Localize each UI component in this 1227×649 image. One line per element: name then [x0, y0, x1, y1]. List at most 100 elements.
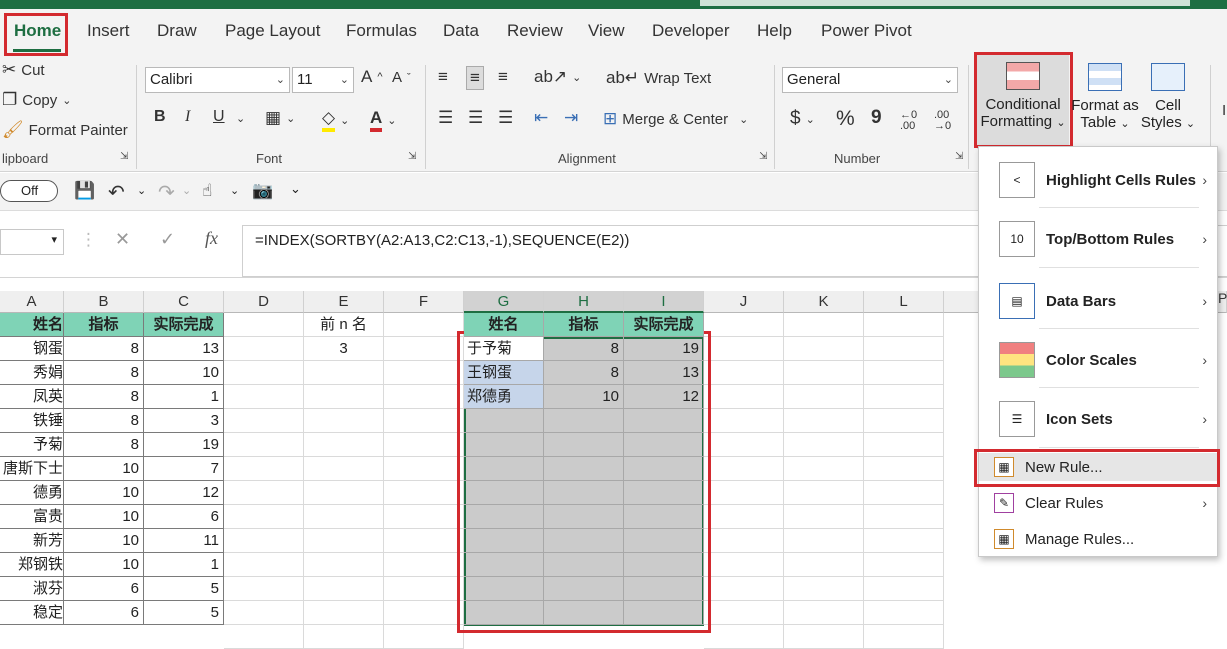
empty-cell[interactable]: [384, 553, 464, 577]
selected-empty-cell[interactable]: [544, 601, 624, 625]
empty-cell[interactable]: [224, 457, 304, 481]
search-box[interactable]: [700, 0, 1190, 6]
tab-data[interactable]: Data: [443, 21, 479, 41]
copy-button[interactable]: ❐ Copy ⌄: [2, 90, 72, 110]
target-cell[interactable]: 6: [64, 601, 144, 625]
result-name-cell[interactable]: 于予菊: [464, 337, 544, 361]
borders-button[interactable]: ▦ ⌄: [265, 108, 295, 128]
insert-function-button[interactable]: fx: [205, 228, 218, 249]
empty-cell[interactable]: [384, 529, 464, 553]
name-cell[interactable]: 铁锤: [0, 409, 64, 433]
name-box[interactable]: ▾: [0, 229, 64, 255]
target-cell[interactable]: 10: [64, 457, 144, 481]
empty-cell[interactable]: [384, 409, 464, 433]
empty-cell[interactable]: [784, 457, 864, 481]
empty-cell[interactable]: [864, 385, 944, 409]
align-right-button[interactable]: ☰: [498, 108, 513, 128]
number-launcher-icon[interactable]: ⇲: [955, 151, 963, 162]
menu-color-scales[interactable]: Color Scales ›: [979, 339, 1217, 381]
font-name-select[interactable]: Calibri ⌄: [145, 67, 290, 93]
format-as-table-button[interactable]: Format as Table ⌄: [1068, 59, 1142, 131]
merge-center-button[interactable]: ⊞ Merge & Center ⌄: [603, 109, 748, 129]
target-cell[interactable]: 8: [64, 361, 144, 385]
top-n-label-cell[interactable]: 前 n 名: [304, 313, 384, 337]
selected-empty-cell[interactable]: [464, 553, 544, 577]
target-cell[interactable]: 8: [64, 409, 144, 433]
name-cell[interactable]: 新芳: [0, 529, 64, 553]
empty-cell[interactable]: [304, 433, 384, 457]
empty-cell[interactable]: [864, 529, 944, 553]
alignment-launcher-icon[interactable]: ⇲: [759, 151, 767, 162]
tab-view[interactable]: View: [588, 21, 625, 41]
selected-empty-cell[interactable]: [624, 553, 704, 577]
empty-cell[interactable]: [224, 625, 304, 649]
tab-draw[interactable]: Draw: [157, 21, 197, 41]
selected-empty-cell[interactable]: [624, 433, 704, 457]
selected-empty-cell[interactable]: [544, 553, 624, 577]
empty-cell[interactable]: [864, 433, 944, 457]
empty-cell[interactable]: [704, 433, 784, 457]
name-cell[interactable]: 富贵: [0, 505, 64, 529]
tab-developer[interactable]: Developer: [652, 21, 730, 41]
result-target-cell[interactable]: 8: [544, 337, 624, 361]
empty-cell[interactable]: [304, 553, 384, 577]
align-center-button[interactable]: ☰: [468, 108, 483, 128]
enter-edit-button[interactable]: ✓: [160, 229, 175, 250]
align-top-button[interactable]: ≡: [438, 67, 448, 87]
name-cell[interactable]: 德勇: [0, 481, 64, 505]
tab-insert[interactable]: Insert: [87, 21, 130, 41]
result-header-cell[interactable]: 实际完成: [624, 313, 704, 337]
empty-cell[interactable]: [704, 313, 784, 337]
chevron-down-icon[interactable]: ⌄: [182, 184, 191, 197]
selected-empty-cell[interactable]: [464, 481, 544, 505]
empty-cell[interactable]: [784, 313, 864, 337]
actual-cell[interactable]: 12: [144, 481, 224, 505]
selected-empty-cell[interactable]: [464, 457, 544, 481]
selected-empty-cell[interactable]: [624, 505, 704, 529]
font-color-button[interactable]: A ⌄: [370, 108, 397, 132]
empty-cell[interactable]: [704, 481, 784, 505]
target-cell[interactable]: 6: [64, 577, 144, 601]
result-actual-cell[interactable]: 12: [624, 385, 704, 409]
empty-cell[interactable]: [304, 385, 384, 409]
empty-cell[interactable]: [784, 481, 864, 505]
selected-empty-cell[interactable]: [624, 409, 704, 433]
empty-cell[interactable]: [784, 361, 864, 385]
empty-cell[interactable]: [784, 553, 864, 577]
empty-cell[interactable]: [784, 337, 864, 361]
menu-manage-rules[interactable]: ▦ Manage Rules...: [979, 525, 1217, 553]
menu-icon-sets[interactable]: ☰ Icon Sets ›: [979, 398, 1217, 440]
selected-empty-cell[interactable]: [544, 481, 624, 505]
target-cell[interactable]: 8: [64, 385, 144, 409]
selected-empty-cell[interactable]: [464, 505, 544, 529]
underline-button[interactable]: U: [213, 108, 225, 126]
result-target-cell[interactable]: 8: [544, 361, 624, 385]
empty-cell[interactable]: [704, 625, 784, 649]
table-header-cell[interactable]: 实际完成: [144, 313, 224, 337]
empty-cell[interactable]: [384, 505, 464, 529]
column-header-l[interactable]: L: [864, 291, 944, 313]
comma-style-button[interactable]: 9: [871, 107, 882, 129]
selected-empty-cell[interactable]: [464, 577, 544, 601]
empty-cell[interactable]: [704, 457, 784, 481]
increase-decimal-button[interactable]: ←0 .00: [900, 110, 930, 132]
cell-styles-button[interactable]: Cell Styles ⌄: [1138, 59, 1198, 131]
percent-button[interactable]: %: [836, 107, 855, 131]
menu-top-bottom-rules[interactable]: 10 Top/Bottom Rules ›: [979, 218, 1217, 260]
empty-cell[interactable]: [224, 553, 304, 577]
actual-cell[interactable]: 6: [144, 505, 224, 529]
empty-cell[interactable]: [704, 529, 784, 553]
empty-cell[interactable]: [864, 553, 944, 577]
number-format-select[interactable]: General ⌄: [782, 67, 958, 93]
empty-cell[interactable]: [384, 577, 464, 601]
tab-power-pivot[interactable]: Power Pivot: [821, 21, 912, 41]
target-cell[interactable]: 8: [64, 337, 144, 361]
empty-cell[interactable]: [384, 457, 464, 481]
empty-cell[interactable]: [864, 361, 944, 385]
target-cell[interactable]: 10: [64, 505, 144, 529]
column-header-f[interactable]: F: [384, 291, 464, 313]
selected-empty-cell[interactable]: [624, 601, 704, 625]
actual-cell[interactable]: 7: [144, 457, 224, 481]
empty-cell[interactable]: [224, 505, 304, 529]
result-header-cell[interactable]: 指标: [544, 313, 624, 337]
